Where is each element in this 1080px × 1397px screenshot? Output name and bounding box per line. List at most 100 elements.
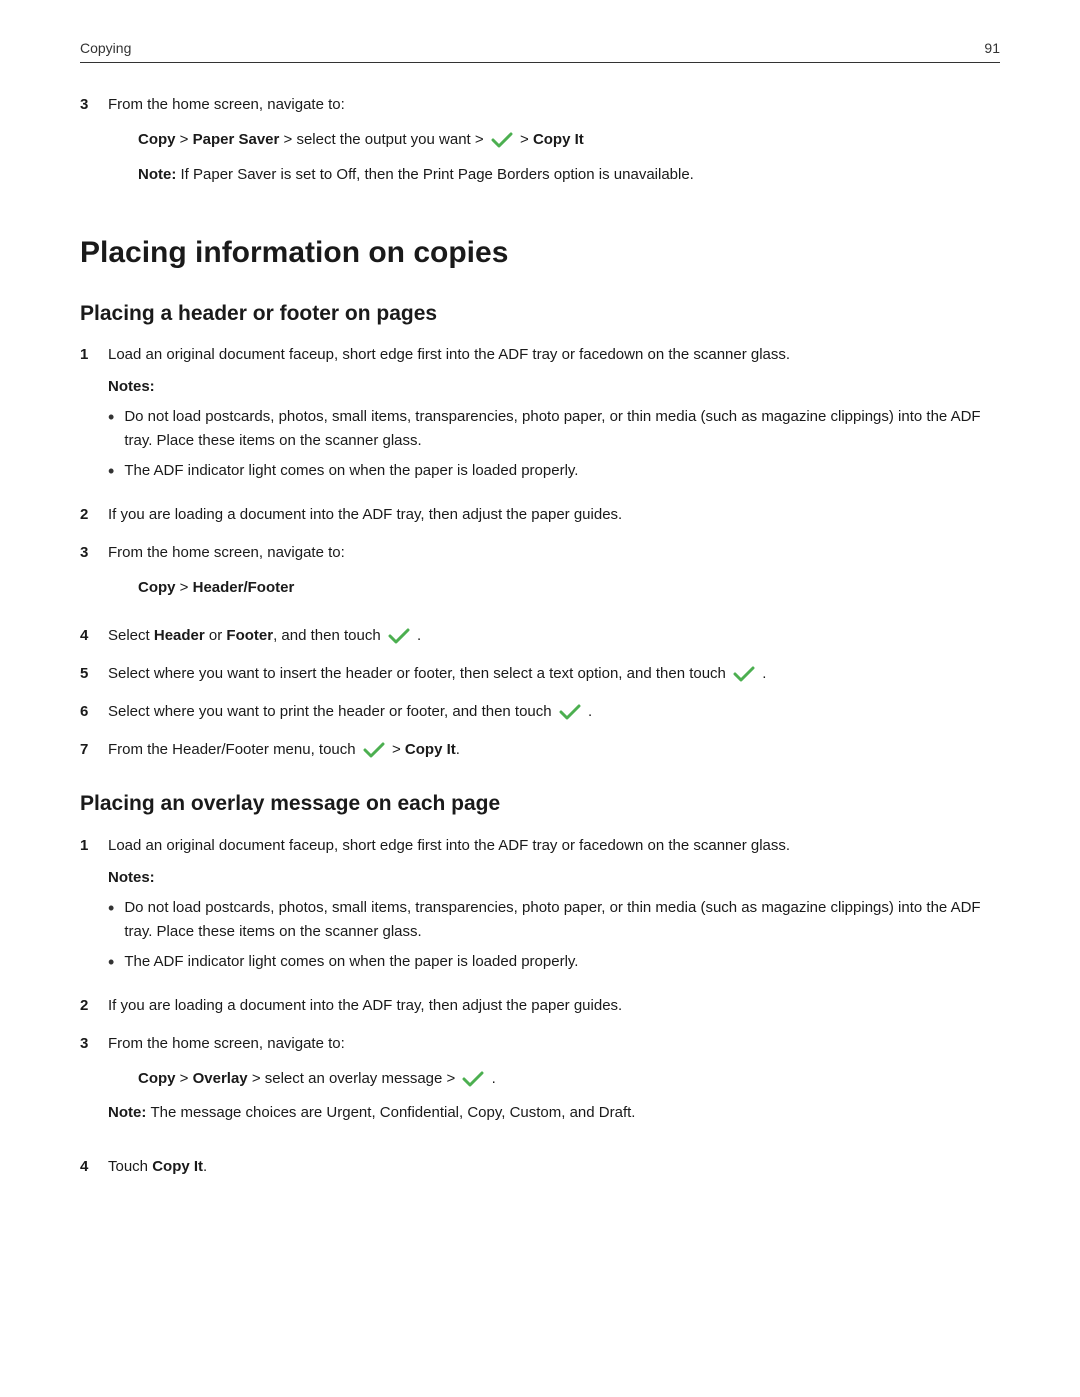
sub1-step1-num: 1 bbox=[80, 343, 108, 489]
bullet-dot-3: • bbox=[108, 898, 114, 920]
sub2-step3-nav: Copy > Overlay > select an overlay messa… bbox=[138, 1066, 1000, 1092]
checkmark-icon-1 bbox=[491, 131, 513, 149]
sub2-step2-num: 2 bbox=[80, 994, 108, 1018]
sub1-step4-block: 4 Select Header or Footer, and then touc… bbox=[80, 624, 1000, 648]
sub1-step7-text: From the Header/Footer menu, touch bbox=[108, 741, 360, 758]
step3-note-text: If Paper Saver is set to Off, then the P… bbox=[181, 166, 694, 183]
sub2-step1-block: 1 Load an original document faceup, shor… bbox=[80, 834, 1000, 980]
checkmark-icon-3 bbox=[733, 665, 755, 683]
sub2-nav-sep1: > bbox=[176, 1070, 193, 1087]
bullet-dot-4: • bbox=[108, 952, 114, 974]
sub1-nav-sep1: > bbox=[176, 579, 193, 596]
sub1-note-text-1: Do not load postcards, photos, small ite… bbox=[124, 405, 1000, 453]
sub2-step3-content: From the home screen, navigate to: Copy … bbox=[108, 1032, 1000, 1142]
sub1-step7-content: From the Header/Footer menu, touch > Cop… bbox=[108, 738, 1000, 762]
sub1-step1-text: Load an original document faceup, short … bbox=[108, 346, 790, 363]
sub2-step2-block: 2 If you are loading a document into the… bbox=[80, 994, 1000, 1018]
sub2-step4-num: 4 bbox=[80, 1155, 108, 1179]
sub2-note-text-2: The ADF indicator light comes on when th… bbox=[124, 950, 578, 974]
sub1-step6-block: 6 Select where you want to print the hea… bbox=[80, 700, 1000, 724]
sub1-step3-content: From the home screen, navigate to: Copy … bbox=[108, 541, 1000, 611]
step3-nav-sep2: > select the output you want > bbox=[279, 131, 487, 148]
sub1-step3-num: 3 bbox=[80, 541, 108, 611]
sub1-step6-text: Select where you want to print the heade… bbox=[108, 703, 556, 720]
sub1-step6-end: . bbox=[588, 703, 592, 720]
sub1-notes-list: • Do not load postcards, photos, small i… bbox=[108, 405, 1000, 483]
sub1-note-item-2: • The ADF indicator light comes on when … bbox=[108, 459, 1000, 483]
sub1-step5-block: 5 Select where you want to insert the he… bbox=[80, 662, 1000, 686]
sub2-step1-num: 1 bbox=[80, 834, 108, 980]
sub1-step3-text: From the home screen, navigate to: bbox=[108, 544, 345, 561]
sub2-step3-block: 3 From the home screen, navigate to: Cop… bbox=[80, 1032, 1000, 1142]
sub1-step4-end: . bbox=[417, 627, 421, 644]
main-section-title: Placing information on copies bbox=[80, 233, 1000, 272]
sub1-note-item-1: • Do not load postcards, photos, small i… bbox=[108, 405, 1000, 453]
sub1-step1-block: 1 Load an original document faceup, shor… bbox=[80, 343, 1000, 489]
sub2-note-label: Note: bbox=[108, 1104, 151, 1121]
sub1-step4-content: Select Header or Footer, and then touch … bbox=[108, 624, 1000, 648]
subsection1-title: Placing a header or footer on pages bbox=[80, 300, 1000, 327]
step3-note-label: Note: bbox=[138, 166, 181, 183]
sub2-note-text: The message choices are Urgent, Confiden… bbox=[151, 1104, 636, 1121]
subsection2-title: Placing an overlay message on each page bbox=[80, 790, 1000, 817]
sub1-step6-content: Select where you want to print the heade… bbox=[108, 700, 1000, 724]
sub2-step3-text: From the home screen, navigate to: bbox=[108, 1035, 345, 1052]
checkmark-icon-5 bbox=[363, 741, 385, 759]
header-page-number: 91 bbox=[984, 40, 1000, 56]
sub1-step2-block: 2 If you are loading a document into the… bbox=[80, 503, 1000, 527]
sub2-note-item-2: • The ADF indicator light comes on when … bbox=[108, 950, 1000, 974]
sub1-step2-num: 2 bbox=[80, 503, 108, 527]
checkmark-icon-6 bbox=[462, 1070, 484, 1088]
sub1-step5-num: 5 bbox=[80, 662, 108, 686]
sub1-step4-text: Select Header or Footer, and then touch bbox=[108, 627, 385, 644]
sub2-step1-text: Load an original document faceup, short … bbox=[108, 837, 790, 854]
step3-number: 3 bbox=[80, 93, 108, 203]
sub2-step2-content: If you are loading a document into the A… bbox=[108, 994, 1000, 1018]
sub2-notes-label: Notes: bbox=[108, 866, 1000, 890]
step3-nav-copyit: Copy It bbox=[533, 131, 584, 148]
sub1-step3-block: 3 From the home screen, navigate to: Cop… bbox=[80, 541, 1000, 611]
sub2-note-item-1: • Do not load postcards, photos, small i… bbox=[108, 896, 1000, 944]
bullet-dot-1: • bbox=[108, 407, 114, 429]
sub2-step3-num: 3 bbox=[80, 1032, 108, 1142]
sub1-step5-end: . bbox=[762, 665, 766, 682]
sub1-note-text-2: The ADF indicator light comes on when th… bbox=[124, 459, 578, 483]
sub1-step5-text: Select where you want to insert the head… bbox=[108, 665, 730, 682]
sub1-step7-copyit: Copy It bbox=[405, 741, 456, 758]
sub1-nav-copy: Copy bbox=[138, 579, 176, 596]
sub1-step2-text: If you are loading a document into the A… bbox=[108, 506, 622, 523]
sub2-nav-sep2: > select an overlay message > bbox=[248, 1070, 460, 1087]
sub2-step4-text: Touch Copy It. bbox=[108, 1158, 207, 1175]
step3-nav-papersaver: Paper Saver bbox=[193, 131, 280, 148]
sub2-nav-copy: Copy bbox=[138, 1070, 176, 1087]
sub1-step1-content: Load an original document faceup, short … bbox=[108, 343, 1000, 489]
sub2-step2-text: If you are loading a document into the A… bbox=[108, 997, 622, 1014]
sub2-notes-list: • Do not load postcards, photos, small i… bbox=[108, 896, 1000, 974]
sub2-nav-overlay: Overlay bbox=[193, 1070, 248, 1087]
sub2-step1-content: Load an original document faceup, short … bbox=[108, 834, 1000, 980]
sub1-notes-label: Notes: bbox=[108, 375, 1000, 399]
page-container: Copying 91 3 From the home screen, navig… bbox=[0, 0, 1080, 1253]
step3-content: From the home screen, navigate to: Copy … bbox=[108, 93, 1000, 203]
step3-nav-sep3: > bbox=[520, 131, 533, 148]
sub1-nav-headerfooter: Header/Footer bbox=[193, 579, 295, 596]
sub1-step7-block: 7 From the Header/Footer menu, touch > C… bbox=[80, 738, 1000, 762]
sub1-step6-num: 6 bbox=[80, 700, 108, 724]
step3-nav: Copy > Paper Saver > select the output y… bbox=[138, 127, 1000, 153]
sub1-step3-nav: Copy > Header/Footer bbox=[138, 575, 1000, 601]
page-header: Copying 91 bbox=[80, 40, 1000, 63]
checkmark-icon-2 bbox=[388, 627, 410, 645]
sub2-nav-end: . bbox=[492, 1070, 496, 1087]
sub2-step3-note-block: Note: The message choices are Urgent, Co… bbox=[108, 1101, 1000, 1125]
sub1-step7-end: . bbox=[456, 741, 460, 758]
sub1-step4-num: 4 bbox=[80, 624, 108, 648]
sub2-step4-content: Touch Copy It. bbox=[108, 1155, 1000, 1179]
step3-nav-copy: Copy bbox=[138, 131, 176, 148]
step3-nav-sep1: > bbox=[176, 131, 193, 148]
sub1-step2-content: If you are loading a document into the A… bbox=[108, 503, 1000, 527]
checkmark-icon-4 bbox=[559, 703, 581, 721]
step3-text: From the home screen, navigate to: bbox=[108, 96, 345, 113]
sub2-note-text-1: Do not load postcards, photos, small ite… bbox=[124, 896, 1000, 944]
step3-block: 3 From the home screen, navigate to: Cop… bbox=[80, 93, 1000, 203]
bullet-dot-2: • bbox=[108, 461, 114, 483]
